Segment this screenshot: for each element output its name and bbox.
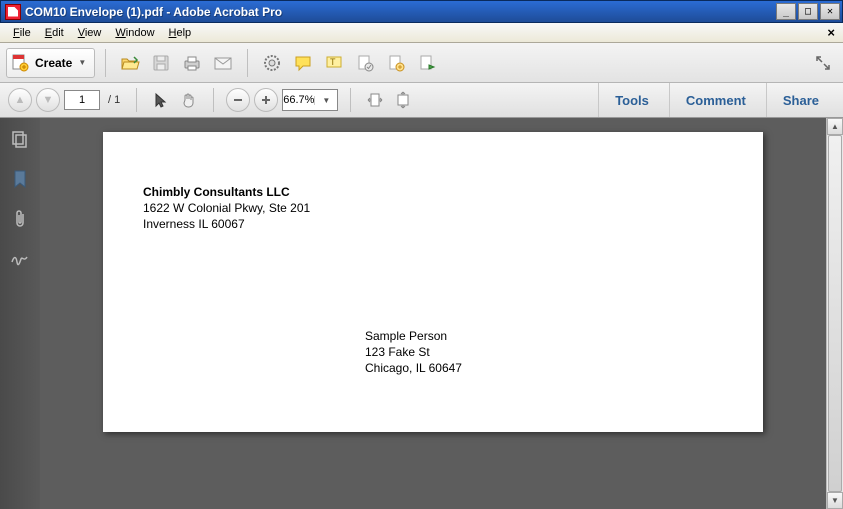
scroll-thumb[interactable] <box>828 135 842 492</box>
pages-icon <box>11 130 29 148</box>
comment-bubble-button[interactable] <box>289 49 317 77</box>
page-plus-icon <box>387 54 405 72</box>
recipient-address: Sample Person 123 Fake St Chicago, IL 60… <box>365 328 462 377</box>
page-number-input[interactable] <box>64 90 100 110</box>
bookmarks-button[interactable] <box>9 168 31 190</box>
maximize-button[interactable]: □ <box>798 3 818 20</box>
document-viewer: Chimbly Consultants LLC 1622 W Colonial … <box>40 118 843 509</box>
settings-button[interactable] <box>258 49 286 77</box>
email-button[interactable] <box>209 49 237 77</box>
separator <box>105 49 106 77</box>
sender-address: Chimbly Consultants LLC 1622 W Colonial … <box>143 184 310 233</box>
separator <box>247 49 248 77</box>
recipient-line1: 123 Fake St <box>365 344 462 360</box>
sign-button[interactable] <box>351 49 379 77</box>
open-button[interactable] <box>116 49 144 77</box>
menu-file[interactable]: File <box>6 25 38 41</box>
signature-icon <box>10 252 30 266</box>
print-button[interactable] <box>178 49 206 77</box>
fit-width-icon <box>366 92 384 108</box>
sign-document-icon <box>356 54 374 72</box>
plus-icon <box>260 94 272 106</box>
tools-panel-tab[interactable]: Tools <box>598 83 665 117</box>
navigation-toolbar: ▲ ▼ / 1 66.7% ▼ Tools Comment Share <box>0 83 843 118</box>
hand-icon <box>180 91 198 109</box>
hand-tool-button[interactable] <box>177 88 201 112</box>
zoom-level-input[interactable]: 66.7% ▼ <box>282 89 338 111</box>
zoom-out-button[interactable] <box>226 88 250 112</box>
window-title: COM10 Envelope (1).pdf - Adobe Acrobat P… <box>25 5 776 19</box>
printer-icon <box>182 54 202 72</box>
minus-icon <box>232 94 244 106</box>
scroll-down-button[interactable]: ▼ <box>827 492 843 509</box>
create-label: Create <box>35 56 72 70</box>
cursor-icon <box>153 92 169 108</box>
paperclip-icon <box>13 209 27 229</box>
recipient-name: Sample Person <box>365 328 462 344</box>
page-canvas[interactable]: Chimbly Consultants LLC 1622 W Colonial … <box>40 118 826 509</box>
vertical-scrollbar[interactable]: ▲ ▼ <box>826 118 843 509</box>
chevron-down-icon[interactable]: ▼ <box>314 96 337 105</box>
document-page: Chimbly Consultants LLC 1622 W Colonial … <box>103 132 763 432</box>
acrobat-app-icon <box>5 4 21 20</box>
save-button[interactable] <box>147 49 175 77</box>
fit-page-button[interactable] <box>391 88 415 112</box>
comment-panel-tab[interactable]: Comment <box>669 83 762 117</box>
chevron-down-icon: ▼ <box>78 58 86 67</box>
scroll-up-button[interactable]: ▲ <box>827 118 843 135</box>
navigation-pane <box>0 118 40 509</box>
create-pdf-icon <box>11 54 29 72</box>
main-toolbar: Create ▼ T <box>0 43 843 83</box>
envelope-icon <box>213 55 233 71</box>
close-document-button[interactable]: × <box>823 25 839 40</box>
svg-text:T: T <box>330 57 336 67</box>
separator <box>213 88 214 112</box>
minimize-button[interactable]: _ <box>776 3 796 20</box>
share-panel-tab[interactable]: Share <box>766 83 835 117</box>
next-page-button[interactable]: ▼ <box>36 88 60 112</box>
menu-window[interactable]: Window <box>108 25 161 41</box>
main-area: Chimbly Consultants LLC 1622 W Colonial … <box>0 118 843 509</box>
menu-help[interactable]: Help <box>162 25 199 41</box>
recipient-line2: Chicago, IL 60647 <box>365 360 462 376</box>
create-button[interactable]: Create ▼ <box>6 48 95 78</box>
menu-view[interactable]: View <box>71 25 109 41</box>
sender-line1: 1622 W Colonial Pkwy, Ste 201 <box>143 200 310 216</box>
select-tool-button[interactable] <box>149 88 173 112</box>
signatures-button[interactable] <box>9 248 31 270</box>
attachments-button[interactable] <box>9 208 31 230</box>
title-bar: COM10 Envelope (1).pdf - Adobe Acrobat P… <box>0 0 843 23</box>
prev-page-button[interactable]: ▲ <box>8 88 32 112</box>
highlight-button[interactable]: T <box>320 49 348 77</box>
bookmark-icon <box>13 170 27 188</box>
page-arrow-icon <box>418 54 436 72</box>
fit-width-button[interactable] <box>363 88 387 112</box>
expand-icon <box>814 54 832 72</box>
separator <box>136 88 137 112</box>
menu-edit[interactable]: Edit <box>38 25 71 41</box>
folder-open-icon <box>120 54 140 72</box>
share-document-button[interactable] <box>413 49 441 77</box>
scroll-track[interactable] <box>827 135 843 492</box>
page-thumbnails-button[interactable] <box>9 128 31 150</box>
save-icon <box>152 54 170 72</box>
expand-button[interactable] <box>809 49 837 77</box>
zoom-in-button[interactable] <box>254 88 278 112</box>
sender-line2: Inverness IL 60067 <box>143 216 310 232</box>
window-controls: _ □ ✕ <box>776 3 840 20</box>
add-page-button[interactable] <box>382 49 410 77</box>
speech-bubble-icon <box>294 54 312 72</box>
fit-page-icon <box>395 91 411 109</box>
highlight-text-icon: T <box>325 54 343 72</box>
sender-name: Chimbly Consultants LLC <box>143 184 310 200</box>
close-window-button[interactable]: ✕ <box>820 3 840 20</box>
zoom-value: 66.7% <box>283 94 314 106</box>
page-total-label: / 1 <box>104 94 124 106</box>
menu-bar: File Edit View Window Help × <box>0 23 843 43</box>
gear-icon <box>263 54 281 72</box>
separator <box>350 88 351 112</box>
